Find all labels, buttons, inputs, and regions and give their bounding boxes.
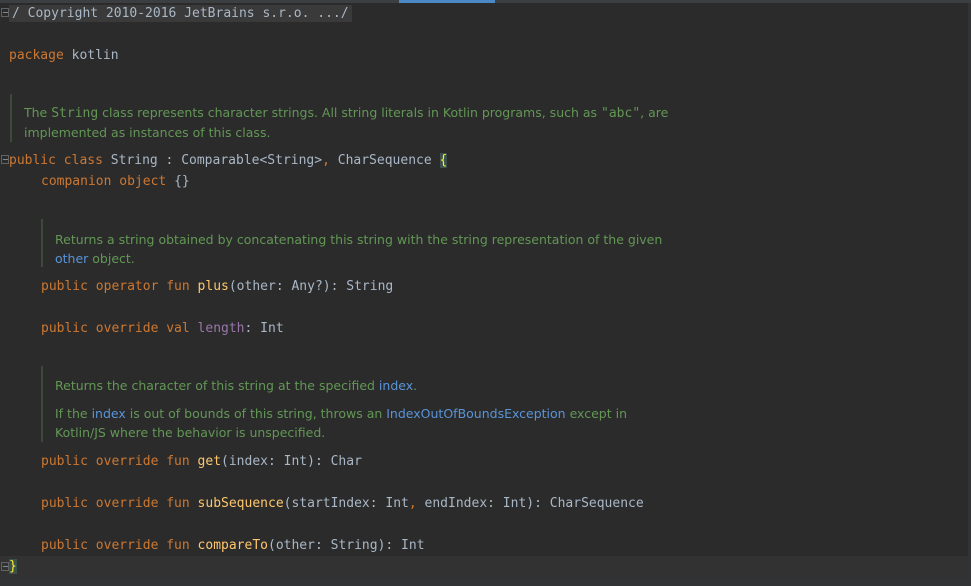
active-tab-indicator (399, 0, 495, 3)
signature: (other: Any?): String (228, 279, 394, 294)
doc-link[interactable]: IndexOutOfBoundsException (386, 406, 565, 421)
doc-link[interactable]: index (92, 406, 126, 421)
doc-text: Kotlin/JS where the behavior is unspecif… (55, 425, 326, 440)
doc-text: If the (55, 406, 92, 421)
doc-text: implemented as instances of this class. (24, 125, 271, 140)
package-keyword: package (9, 48, 64, 63)
fold-caption[interactable]: / Copyright 2010-2016 JetBrains s.r.o. .… (9, 5, 352, 22)
property-name: length (197, 321, 245, 336)
plus-doc-comment: Returns a string obtained by concatenati… (41, 219, 662, 267)
get-doc-comment: Returns the character of this string at … (41, 366, 627, 442)
package-name: kotlin (71, 48, 119, 63)
signature: (index: Int): Char (221, 454, 362, 469)
object-keyword: object (119, 174, 167, 189)
close-brace: } (9, 559, 17, 574)
doc-text: . (413, 378, 418, 393)
doc-text: Returns the character of this string at … (55, 378, 379, 393)
doc-text: , are (640, 105, 669, 120)
plus-declaration[interactable]: public operator fun plus(other: Any?): S… (41, 278, 393, 296)
doc-text: Returns a string obtained by concatenati… (55, 232, 663, 247)
doc-text: class represents character strings. All … (98, 105, 602, 120)
doc-text: object. (88, 251, 135, 266)
modifiers: public override fun (41, 496, 190, 511)
get-declaration[interactable]: public override fun get(index: Int): Cha… (41, 453, 362, 471)
function-name: subSequence (197, 496, 284, 511)
editor-tab-strip (0, 0, 971, 3)
signature: endIndex: Int): CharSequence (416, 496, 644, 511)
class-declaration[interactable]: public class String : Comparable<String>… (9, 152, 448, 170)
caret-line-highlight (0, 556, 968, 578)
modifiers: public override val (41, 321, 190, 336)
function-name: plus (197, 279, 229, 294)
copyright-fold[interactable]: / Copyright 2010-2016 JetBrains s.r.o. .… (9, 5, 352, 23)
doc-text: The (24, 105, 52, 120)
signature: (other: String): Int (268, 538, 425, 553)
comma: , (408, 496, 417, 511)
modifiers: public override fun (41, 538, 190, 553)
companion-keyword: companion (41, 174, 112, 189)
doc-link[interactable]: other (55, 251, 88, 266)
supertype: CharSequence (329, 153, 440, 168)
class-name: String : Comparable<String> (102, 153, 323, 168)
companion-body: {} (166, 174, 190, 189)
closing-brace-line[interactable]: } (9, 558, 17, 576)
doc-text: is out of bounds of this string, throws … (125, 406, 387, 421)
modifiers: public operator fun (41, 279, 190, 294)
doc-code: String (51, 106, 99, 121)
class-keyword: class (63, 153, 103, 168)
package-line[interactable]: package kotlin (9, 47, 119, 65)
fold-toggle-icon[interactable]: − (1, 562, 9, 571)
function-name: compareTo (197, 538, 268, 553)
companion-line[interactable]: companion object {} (41, 173, 190, 191)
open-brace: { (439, 153, 448, 168)
signature: (startIndex: Int (283, 496, 409, 511)
subsequence-declaration[interactable]: public override fun subSequence(startInd… (41, 495, 644, 513)
horizontal-scrollbar[interactable] (0, 578, 971, 586)
modifiers: public override fun (41, 454, 190, 469)
signature: : Int (244, 321, 284, 336)
class-doc-comment: The String class represents character st… (10, 94, 668, 142)
fold-toggle-icon[interactable]: − (1, 8, 9, 17)
doc-link[interactable]: index (379, 378, 413, 393)
compareto-declaration[interactable]: public override fun compareTo(other: Str… (41, 537, 425, 555)
length-declaration[interactable]: public override val length: Int (41, 320, 284, 338)
fold-toggle-icon[interactable]: − (1, 155, 9, 164)
comma: , (322, 153, 330, 168)
doc-code: "abc" (601, 106, 641, 121)
doc-text: except in (565, 406, 627, 421)
public-keyword: public (9, 153, 56, 168)
function-name: get (197, 454, 222, 469)
